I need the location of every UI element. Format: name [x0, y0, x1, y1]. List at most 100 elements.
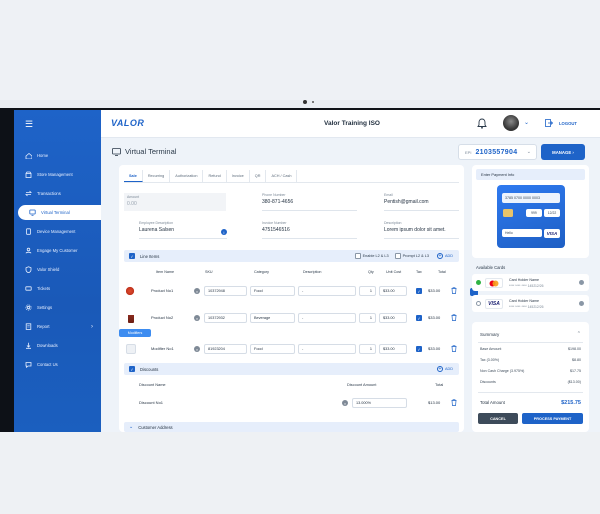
unit-cost-input[interactable]: $33.00 [379, 313, 407, 323]
manage-button[interactable]: MANAGE › [541, 144, 585, 160]
tab-sale[interactable]: Sale [124, 170, 143, 182]
tab-recurring[interactable]: Recurring [143, 170, 171, 182]
sku-input[interactable]: 81923204 [204, 344, 247, 354]
process-payment-button[interactable]: PROCESS PAYMENT [522, 413, 583, 424]
info-icon[interactable]: i [221, 229, 227, 235]
col-item-name: Item Name [156, 270, 175, 274]
add-discount-button[interactable]: ADD [445, 367, 453, 371]
sidebar-item-tickets[interactable]: Tickets [14, 281, 101, 296]
unselected-radio[interactable] [476, 301, 481, 306]
clear-icon[interactable]: × [194, 346, 200, 352]
col-sku: SKU [205, 270, 213, 274]
sidebar-item-settings[interactable]: Settings [14, 300, 101, 315]
trash-icon[interactable] [451, 287, 457, 294]
phone-field[interactable]: Phone Number 380-871-4656 [262, 193, 357, 211]
clear-icon[interactable]: × [194, 288, 200, 294]
discounts-checkbox[interactable]: ✓ [129, 366, 135, 372]
tax-checkbox[interactable]: ✓ [416, 288, 422, 294]
add-discount-icon[interactable]: + [436, 366, 443, 372]
tax-checkbox[interactable]: ✓ [416, 346, 422, 352]
category-input[interactable]: Food [250, 344, 295, 354]
qty-input[interactable]: 1 [359, 344, 376, 354]
description-input[interactable]: - [298, 286, 356, 296]
selected-radio[interactable] [476, 280, 481, 285]
sidebar-item-downloads[interactable]: Downloads [14, 338, 101, 353]
sidebar-item-transactions[interactable]: Transactions [14, 186, 101, 201]
sku-input[interactable]: 10372932 [204, 313, 247, 323]
sidebar-item-valor-shield[interactable]: Valor Shield [14, 262, 101, 277]
chevron-down-icon[interactable]: ⌄ [524, 119, 529, 126]
customer-address-header[interactable]: ⌄ Customer Address [124, 422, 459, 432]
cardholder-input[interactable]: Hello [502, 229, 542, 237]
cancel-button[interactable]: CANCEL [478, 413, 518, 424]
category-input[interactable]: Food [250, 286, 295, 296]
card-number-input[interactable]: 3785 0700 0000 0003 [502, 193, 560, 203]
unit-cost-input[interactable]: $33.00 [379, 286, 407, 296]
summary-row: Base Amount $198.00 [480, 347, 581, 351]
description-input[interactable]: - [298, 344, 356, 354]
more-icon[interactable] [579, 280, 584, 285]
iso-title: Valor Training ISO [324, 120, 380, 127]
summary-value: $17.75 [570, 369, 581, 373]
store-icon [24, 171, 32, 179]
monitor-icon [112, 147, 121, 156]
sidebar-item-engage-my-customer[interactable]: Engage My Customer [14, 243, 101, 258]
tab-authorization[interactable]: Authorization [170, 170, 204, 182]
menu-icon[interactable]: ☰ [25, 119, 33, 130]
description-input[interactable]: - [298, 313, 356, 323]
transactions-icon [24, 190, 32, 198]
sidebar-item-label: Store Management [37, 172, 73, 177]
sidebar-item-device-management[interactable]: Device Management [14, 224, 101, 239]
item-name: Product No1 [151, 288, 174, 293]
clear-icon[interactable]: × [342, 400, 348, 406]
enable-l2l3-label: Enable L2 & L3 [362, 254, 389, 258]
tab-refund[interactable]: Refund [203, 170, 227, 182]
add-line-item-button[interactable]: ADD [445, 254, 453, 258]
saved-card[interactable]: Card Holder Name **** **** **** 1452 12/… [472, 274, 589, 291]
qty-input[interactable]: 1 [359, 286, 376, 296]
saved-card[interactable]: VISA Card Holder Name **** **** **** 145… [472, 295, 589, 312]
description-field[interactable]: Description Lorem ipsum dolor sit amet. [384, 221, 459, 239]
sidebar-item-home[interactable]: Home [14, 148, 101, 163]
trash-icon[interactable] [451, 345, 457, 352]
enable-l2l3-checkbox[interactable] [354, 253, 361, 259]
unit-cost-input[interactable]: $33.00 [379, 344, 407, 354]
tab-invoice[interactable]: Invoice [227, 170, 250, 182]
sku-input[interactable]: 10372948 [204, 286, 247, 296]
backdrop-bottom [0, 432, 600, 514]
logout-button[interactable]: LOGOUT [559, 121, 577, 126]
cvv-input[interactable]: 999 [526, 209, 542, 217]
chevron-up-icon[interactable]: ⌃ [577, 331, 581, 337]
qty-input[interactable]: 1 [359, 313, 376, 323]
invoice-field[interactable]: Invoice Number 4751546516 [262, 221, 357, 239]
amount-field[interactable]: Amount 0.00 [124, 193, 226, 211]
employee-field[interactable]: Employee Description Laurena Salsen i [139, 221, 227, 239]
category-input[interactable]: Beverage [250, 313, 295, 323]
trash-icon[interactable] [451, 399, 457, 406]
tab-qr[interactable]: QR [250, 170, 267, 182]
line-items-header: ✓ Line Items Enable L2 & L3 Prompt L2 & … [124, 250, 459, 262]
prompt-l2l3-checkbox[interactable] [394, 253, 401, 259]
logout-icon[interactable] [545, 119, 553, 127]
contact-icon [24, 361, 32, 369]
discount-amount-input[interactable]: 13.000% [352, 398, 407, 408]
modifiers-badge[interactable]: Modifiers [119, 329, 151, 337]
avatar[interactable] [503, 115, 519, 131]
sidebar-item-contact-us[interactable]: Contact Us [14, 357, 101, 372]
trash-icon[interactable] [451, 314, 457, 321]
line-items-columns: Item Name SKU Category Description Qty U… [124, 268, 459, 278]
tab-ach-cash[interactable]: ACH / Cash [266, 170, 298, 182]
sidebar-item-store-management[interactable]: Store Management [14, 167, 101, 182]
add-line-item-icon[interactable]: + [436, 253, 443, 259]
email-value: Pentish@gmail.com [384, 199, 429, 205]
tax-checkbox[interactable]: ✓ [416, 315, 422, 321]
clear-icon[interactable]: × [194, 315, 200, 321]
more-icon[interactable] [579, 301, 584, 306]
email-field[interactable]: Email Pentish@gmail.com [384, 193, 459, 211]
sidebar-item-virtual-terminal[interactable]: Virtual Terminal [18, 205, 101, 220]
line-items-checkbox[interactable]: ✓ [129, 253, 135, 259]
epi-selector[interactable]: EPI 2103557904 ⌄ [458, 144, 537, 160]
expiry-input[interactable]: 12/22 [544, 209, 560, 217]
sidebar-item-report[interactable]: Report › [14, 319, 101, 334]
bell-icon[interactable] [477, 118, 487, 129]
